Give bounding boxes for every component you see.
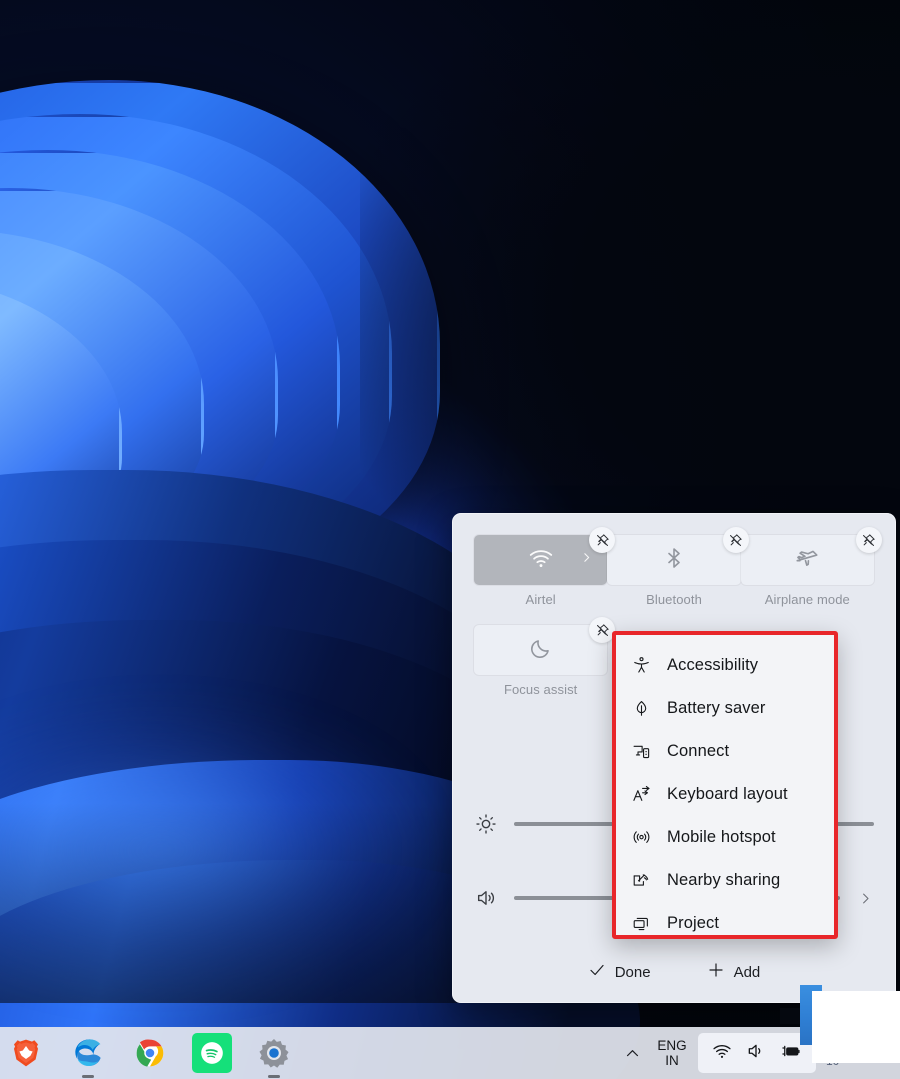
keyboard-layout-icon bbox=[631, 785, 651, 805]
project-icon bbox=[631, 914, 651, 934]
taskbar-app-edge[interactable] bbox=[68, 1033, 108, 1078]
leaf-icon bbox=[631, 699, 651, 719]
airplane-icon bbox=[794, 545, 820, 576]
add-button[interactable]: Add bbox=[697, 955, 771, 989]
tile-focus-assist[interactable] bbox=[474, 625, 608, 675]
wifi-icon bbox=[712, 1041, 732, 1066]
unpin-icon[interactable] bbox=[855, 527, 882, 553]
volume-icon bbox=[474, 887, 498, 909]
language-line-1: ENG bbox=[657, 1038, 687, 1053]
add-button-label: Add bbox=[733, 963, 761, 981]
taskbar-app-spotify[interactable] bbox=[192, 1033, 232, 1073]
taskbar-app-list bbox=[0, 1027, 294, 1079]
taskbar[interactable]: ENG IN bbox=[0, 1027, 900, 1079]
taskbar-app-brave[interactable] bbox=[6, 1033, 46, 1073]
tile-cell-bluetooth: Bluetooth bbox=[607, 527, 749, 607]
tile-label-focus-assist: Focus assist bbox=[503, 682, 578, 697]
moon-icon bbox=[529, 636, 553, 665]
tile-label-wifi: Airtel bbox=[525, 592, 556, 607]
menu-item-label: Connect bbox=[667, 742, 730, 760]
language-indicator[interactable]: ENG IN bbox=[650, 1031, 694, 1075]
menu-item-accessibility[interactable]: Accessibility bbox=[616, 644, 834, 687]
tile-airplane-mode[interactable] bbox=[740, 535, 874, 585]
add-tile-menu-list: Accessibility Battery saver Connect Keyb… bbox=[616, 635, 834, 935]
battery-charging-icon bbox=[780, 1040, 802, 1067]
tile-wifi[interactable] bbox=[474, 535, 608, 585]
chevron-up-icon[interactable] bbox=[614, 1033, 650, 1073]
edge-icon bbox=[75, 1039, 101, 1066]
taskbar-app-settings[interactable] bbox=[254, 1033, 294, 1078]
running-indicator bbox=[268, 1075, 280, 1078]
running-indicator bbox=[82, 1075, 94, 1078]
menu-item-connect[interactable]: Connect bbox=[616, 730, 834, 773]
connect-icon bbox=[631, 742, 651, 762]
done-button[interactable]: Done bbox=[578, 955, 661, 989]
add-tile-menu[interactable]: Accessibility Battery saver Connect Keyb… bbox=[612, 631, 838, 939]
wifi-icon bbox=[528, 545, 554, 576]
volume-icon bbox=[746, 1041, 766, 1066]
tile-label-airplane-mode: Airplane mode bbox=[764, 592, 850, 607]
chevron-right-icon[interactable] bbox=[580, 551, 593, 569]
language-line-2: IN bbox=[665, 1053, 679, 1068]
done-button-label: Done bbox=[614, 963, 651, 981]
nearby-sharing-icon bbox=[631, 871, 651, 891]
tile-bluetooth[interactable] bbox=[607, 535, 741, 585]
menu-item-project[interactable]: Project bbox=[616, 902, 834, 935]
brightness-icon bbox=[474, 813, 498, 835]
taskbar-app-chrome[interactable] bbox=[130, 1033, 170, 1073]
menu-item-label: Keyboard layout bbox=[667, 785, 788, 803]
menu-item-label: Battery saver bbox=[667, 699, 766, 717]
brave-icon bbox=[14, 1039, 38, 1067]
tile-cell-wifi: Airtel bbox=[474, 527, 616, 607]
chevron-right-icon[interactable] bbox=[856, 891, 874, 906]
bluetooth-icon bbox=[662, 546, 686, 575]
spotify-icon bbox=[201, 1042, 223, 1064]
tile-label-bluetooth: Bluetooth bbox=[646, 592, 702, 607]
menu-item-keyboard-layout[interactable]: Keyboard layout bbox=[616, 773, 834, 816]
plus-icon bbox=[707, 961, 725, 983]
tile-cell-focus-assist: Focus assist bbox=[474, 617, 616, 697]
menu-item-label: Mobile hotspot bbox=[667, 828, 776, 846]
menu-item-label: Accessibility bbox=[667, 656, 759, 674]
chrome-icon bbox=[136, 1039, 164, 1067]
tile-cell-airplane-mode: Airplane mode bbox=[740, 527, 882, 607]
mobile-hotspot-icon bbox=[631, 828, 651, 848]
capture-artifact-white-box bbox=[812, 991, 900, 1063]
menu-item-label: Nearby sharing bbox=[667, 871, 781, 889]
accessibility-icon bbox=[631, 656, 651, 676]
desktop-screen: Airtel Bluetooth Airplane mode Focus ass… bbox=[0, 0, 900, 1079]
menu-item-label: Project bbox=[667, 914, 720, 932]
checkmark-icon bbox=[588, 961, 606, 983]
menu-item-mobile-hotspot[interactable]: Mobile hotspot bbox=[616, 816, 834, 859]
unpin-icon[interactable] bbox=[722, 527, 749, 553]
settings-gear-icon bbox=[259, 1039, 289, 1068]
menu-item-nearby-sharing[interactable]: Nearby sharing bbox=[616, 859, 834, 902]
menu-item-battery-saver[interactable]: Battery saver bbox=[616, 687, 834, 730]
tray-quick-settings-button[interactable] bbox=[698, 1033, 816, 1073]
